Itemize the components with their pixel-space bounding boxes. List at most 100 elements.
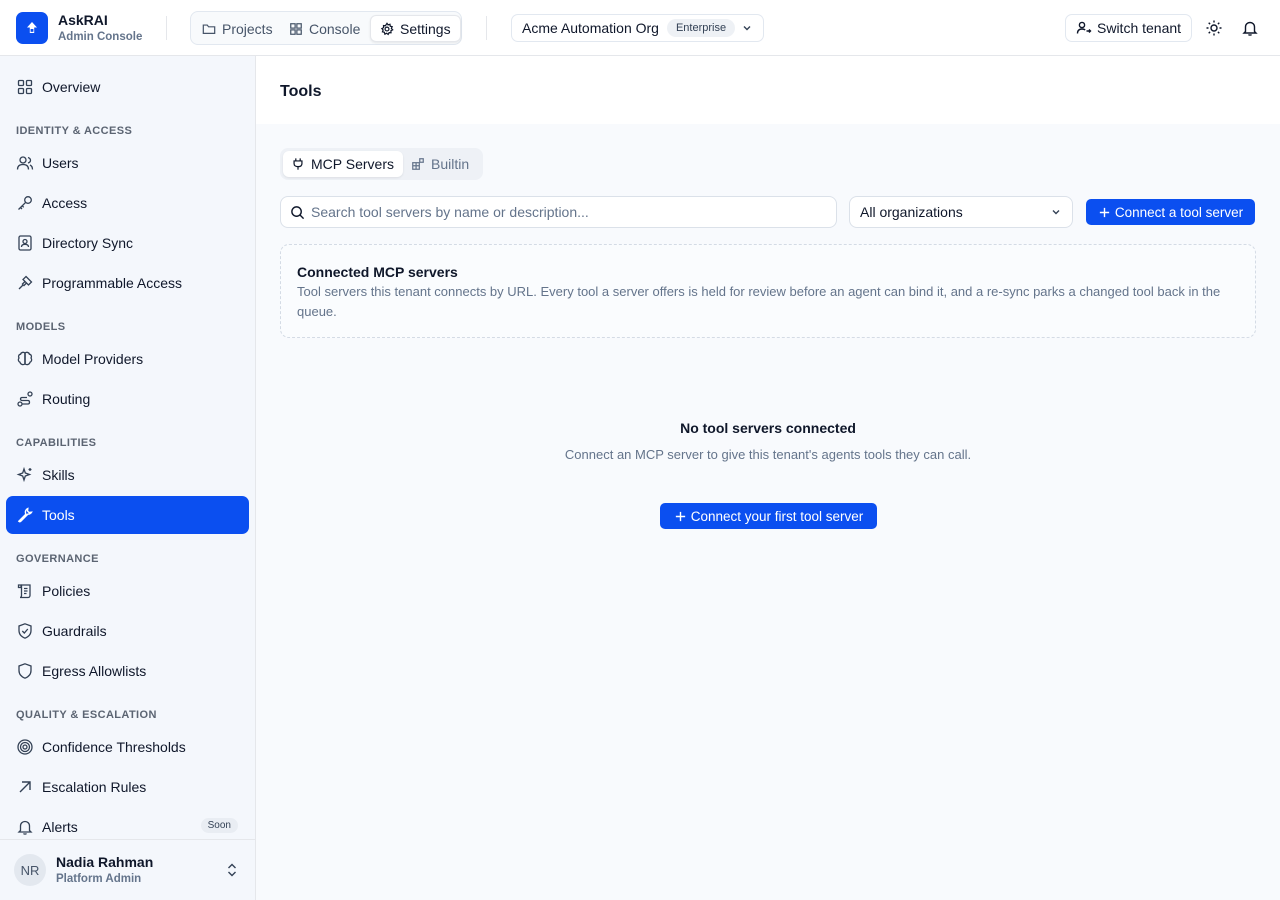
- sidebar-item-label: Escalation Rules: [42, 779, 147, 795]
- shield-check-icon: [16, 622, 34, 640]
- bell-icon: [16, 818, 34, 836]
- scroll-icon: [16, 582, 34, 600]
- bell-icon[interactable]: [1238, 16, 1262, 40]
- app-subtitle: Admin Console: [58, 31, 143, 43]
- dashboard-icon: [16, 78, 34, 96]
- connected-servers-card: Connected MCP servers Tool servers this …: [280, 244, 1256, 338]
- plus-icon: [674, 510, 687, 523]
- connect-first-server-button[interactable]: Connect your first tool server: [660, 503, 877, 529]
- sidebar-item-routing[interactable]: Routing: [6, 380, 249, 418]
- app-name: AskRAI: [58, 12, 108, 28]
- section-heading: GOVERNANCE: [16, 553, 99, 565]
- target-icon: [16, 738, 34, 756]
- nav-console-label: Console: [309, 20, 361, 37]
- sidebar-item-confidence-thresholds[interactable]: Confidence Thresholds: [6, 728, 249, 766]
- sidebar-item-label: Skills: [42, 467, 75, 483]
- sidebar-item-model-providers[interactable]: Model Providers: [6, 340, 249, 378]
- header-divider: [166, 16, 167, 40]
- switch-tenant-button[interactable]: Switch tenant: [1065, 14, 1192, 42]
- sidebar-item-label: Egress Allowlists: [42, 663, 147, 679]
- route-icon: [16, 390, 34, 408]
- section-heading: QUALITY & ESCALATION: [16, 709, 157, 721]
- sidebar-item-label: Tools: [42, 507, 75, 523]
- blocks-icon: [411, 157, 425, 171]
- user-menu[interactable]: NR Nadia Rahman Platform Admin: [0, 839, 255, 900]
- theme-toggle-sun-icon[interactable]: [1202, 16, 1226, 40]
- sidebar-item-users[interactable]: Users: [6, 144, 249, 182]
- plan-badge: Enterprise: [666, 19, 736, 37]
- organization-filter-value: All organizations: [860, 204, 963, 220]
- contact-book-icon: [16, 234, 34, 252]
- card-title: Connected MCP servers: [297, 264, 458, 280]
- shield-icon: [16, 662, 34, 680]
- main-content: Tools MCP Servers Builtin All organizati…: [256, 56, 1280, 900]
- sidebar-item-label: Overview: [42, 79, 101, 95]
- brain-icon: [16, 350, 34, 368]
- sidebar-item-policies[interactable]: Policies: [6, 572, 249, 610]
- card-description: Tool servers this tenant connects by URL…: [297, 284, 1221, 319]
- sidebar-item-guardrails[interactable]: Guardrails: [6, 612, 249, 650]
- plug-icon: [16, 274, 34, 292]
- sparkles-icon: [16, 466, 34, 484]
- section-heading: IDENTITY & ACCESS: [16, 125, 133, 137]
- app-logo-icon[interactable]: [16, 12, 48, 44]
- search-icon: [290, 205, 305, 220]
- tool-type-tabs: MCP Servers Builtin: [280, 148, 483, 180]
- sidebar-item-label: Confidence Thresholds: [42, 739, 186, 755]
- organization-filter-select[interactable]: All organizations: [849, 196, 1073, 228]
- nav-settings-label: Settings: [400, 20, 451, 37]
- chevron-down-icon: [1050, 206, 1062, 218]
- gear-icon: [380, 21, 394, 36]
- plug-icon: [291, 157, 305, 171]
- sidebar-item-label: Model Providers: [42, 351, 144, 367]
- sidebar: Overview IDENTITY & ACCESS Users Access …: [0, 56, 256, 900]
- org-selector[interactable]: Acme Automation Org Enterprise: [511, 14, 764, 42]
- sidebar-item-tools[interactable]: Tools: [6, 496, 249, 534]
- key-icon: [16, 194, 34, 212]
- sidebar-item-programmable-access[interactable]: Programmable Access: [6, 264, 249, 302]
- connect-tool-server-button[interactable]: Connect a tool server: [1086, 199, 1255, 225]
- sidebar-item-overview[interactable]: Overview: [6, 68, 249, 106]
- header-divider: [486, 16, 487, 40]
- org-name: Acme Automation Org: [522, 20, 659, 36]
- plus-icon: [1098, 206, 1111, 219]
- search-box: [280, 196, 837, 228]
- sidebar-item-label: Policies: [42, 583, 91, 599]
- tab-builtin[interactable]: Builtin: [403, 151, 477, 177]
- avatar: NR: [14, 854, 46, 886]
- main-nav: Projects Console Settings: [190, 11, 462, 45]
- section-heading: MODELS: [16, 321, 66, 333]
- chevron-down-icon: [741, 22, 753, 34]
- sidebar-item-access[interactable]: Access: [6, 184, 249, 222]
- sidebar-item-egress-allowlists[interactable]: Egress Allowlists: [6, 652, 249, 690]
- sidebar-item-label: Users: [42, 155, 79, 171]
- empty-state-title: No tool servers connected: [680, 420, 856, 436]
- sidebar-item-label: Guardrails: [42, 623, 107, 639]
- sidebar-item-label: Routing: [42, 391, 91, 407]
- empty-state-description: Connect an MCP server to give this tenan…: [564, 447, 972, 462]
- sidebar-item-label: Alerts: [42, 819, 78, 835]
- connect-tool-server-label: Connect a tool server: [1114, 204, 1244, 220]
- page-title: Tools: [280, 83, 322, 100]
- sidebar-item-skills[interactable]: Skills: [6, 456, 249, 494]
- tab-mcp-servers-label: MCP Servers: [311, 156, 394, 172]
- top-header: AskRAI Admin Console Projects Console Se…: [0, 0, 1280, 56]
- sidebar-item-label: Programmable Access: [42, 275, 183, 291]
- wrench-icon: [16, 506, 34, 524]
- search-input[interactable]: [311, 197, 831, 227]
- tab-mcp-servers[interactable]: MCP Servers: [283, 151, 403, 177]
- connect-first-server-label: Connect your first tool server: [690, 508, 864, 524]
- nav-console[interactable]: Console: [280, 15, 369, 42]
- nav-settings[interactable]: Settings: [370, 15, 461, 42]
- users-icon: [16, 154, 34, 172]
- grid-icon: [289, 22, 303, 36]
- user-switch-icon: [1076, 20, 1092, 36]
- section-heading: CAPABILITIES: [16, 437, 97, 449]
- nav-projects[interactable]: Projects: [193, 15, 282, 42]
- switch-tenant-label: Switch tenant: [1097, 20, 1182, 36]
- chevrons-up-down-icon: [225, 862, 239, 878]
- soon-badge: Soon: [200, 818, 238, 833]
- user-name: Nadia Rahman: [56, 854, 154, 870]
- sidebar-item-escalation-rules[interactable]: Escalation Rules: [6, 768, 249, 806]
- sidebar-item-directory-sync[interactable]: Directory Sync: [6, 224, 249, 262]
